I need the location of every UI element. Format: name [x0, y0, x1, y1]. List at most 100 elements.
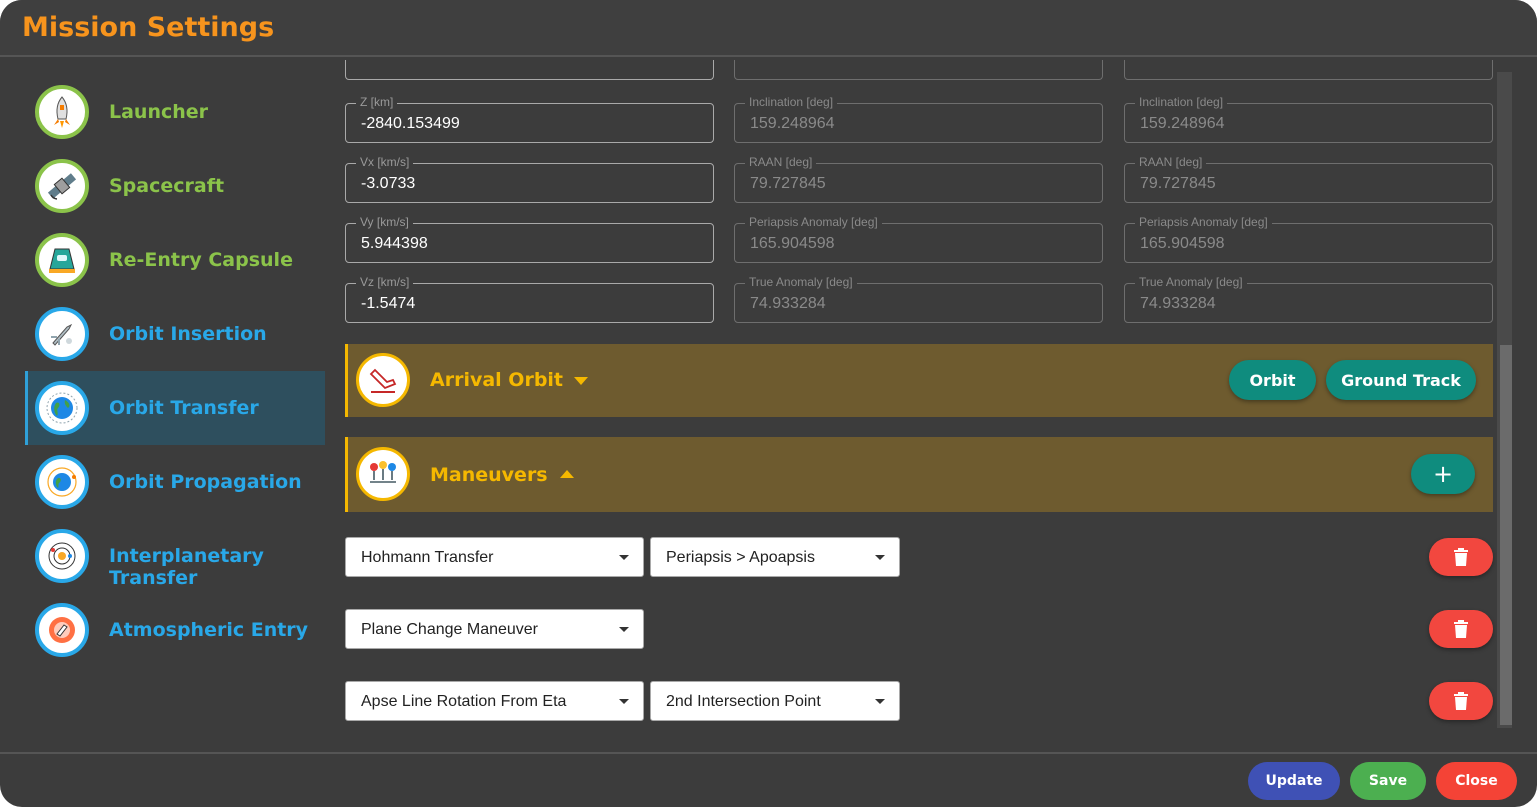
chevron-down-icon[interactable] [574, 377, 588, 385]
capsule-icon [35, 233, 89, 287]
add-maneuver-button[interactable]: + [1411, 454, 1475, 494]
trash-icon [1454, 620, 1468, 638]
field-label: True Anomaly [deg] [745, 275, 857, 289]
sidebar-item-launcher[interactable]: Launcher [25, 75, 325, 149]
maneuver-type-select[interactable]: Plane Change Maneuver [345, 609, 644, 649]
field-value: 165.904598 [1140, 235, 1225, 252]
sidebar-item-interplanetary-transfer[interactable]: Interplanetary Transfer [25, 519, 325, 593]
update-button[interactable]: Update [1248, 762, 1340, 800]
vy-field[interactable]: Vy [km/s] 5.944398 [345, 215, 714, 263]
z-field[interactable]: Z [km] -2840.153499 [345, 95, 714, 143]
field-label: Periapsis Anomaly [deg] [1135, 215, 1272, 229]
field-label: RAAN [deg] [745, 155, 817, 169]
orbit-propagation-icon [35, 455, 89, 509]
vz-field[interactable]: Vz [km/s] -1.5474 [345, 275, 714, 323]
arrival-icon [356, 353, 410, 407]
field-value: 159.248964 [1140, 115, 1225, 132]
delete-maneuver-button[interactable] [1429, 682, 1493, 720]
periapsis-anomaly-field: Periapsis Anomaly [deg] 165.904598 [734, 215, 1103, 263]
field-partial[interactable] [345, 60, 714, 80]
rocket-icon [35, 85, 89, 139]
sidebar-item-label: Orbit Transfer [109, 397, 259, 419]
close-button[interactable]: Close [1436, 762, 1517, 800]
field-value: 165.904598 [750, 235, 835, 252]
caret-down-icon [619, 555, 629, 560]
trash-icon [1454, 548, 1468, 566]
inclination-field: Inclination [deg] 159.248964 [1124, 95, 1493, 143]
sidebar-item-orbit-insertion[interactable]: Orbit Insertion [25, 297, 325, 371]
true-anomaly-field: True Anomaly [deg] 74.933284 [734, 275, 1103, 323]
field-value: -1.5474 [361, 295, 416, 312]
caret-down-icon [875, 699, 885, 704]
title-bar: Mission Settings [0, 0, 1537, 57]
caret-down-icon [619, 699, 629, 704]
field-partial [1124, 60, 1493, 80]
content-panel: Z [km] -2840.153499 Vx [km/s] -3.0733 Vy… [345, 60, 1497, 750]
orbit-button[interactable]: Orbit [1229, 360, 1316, 400]
sidebar-item-label: Orbit Insertion [109, 323, 267, 345]
sidebar-item-label: Orbit Propagation [109, 471, 302, 493]
trash-icon [1454, 692, 1468, 710]
sidebar-item-spacecraft[interactable]: Spacecraft [25, 149, 325, 223]
sidebar-item-orbit-transfer[interactable]: Orbit Transfer [25, 371, 325, 445]
caret-down-icon [875, 555, 885, 560]
field-value: 74.933284 [1140, 295, 1216, 312]
caret-down-icon [619, 627, 629, 632]
field-value: 5.944398 [361, 235, 428, 252]
maneuver-type-select[interactable]: Hohmann Transfer [345, 537, 644, 577]
maneuver-type-select[interactable]: Apse Line Rotation From Eta [345, 681, 644, 721]
sidebar-item-label: Launcher [109, 101, 209, 123]
arrival-orbit-section[interactable]: Arrival Orbit Orbit Ground Track [345, 344, 1493, 417]
field-label: True Anomaly [deg] [1135, 275, 1247, 289]
delete-maneuver-button[interactable] [1429, 538, 1493, 576]
select-value: Hohmann Transfer [361, 549, 494, 566]
sidebar-item-label: Interplanetary Transfer [109, 545, 264, 589]
maneuvers-section[interactable]: Maneuvers + [345, 437, 1493, 512]
window-title: Mission Settings [22, 12, 275, 43]
field-value: -2840.153499 [361, 115, 460, 132]
field-value: 79.727845 [750, 175, 826, 192]
delete-maneuver-button[interactable] [1429, 610, 1493, 648]
solar-system-icon [35, 529, 89, 583]
field-value: 74.933284 [750, 295, 826, 312]
raan-field: RAAN [deg] 79.727845 [1124, 155, 1493, 203]
periapsis-anomaly-field: Periapsis Anomaly [deg] 165.904598 [1124, 215, 1493, 263]
sidebar-item-atmospheric-entry[interactable]: Atmospheric Entry [25, 593, 325, 667]
chevron-up-icon[interactable] [560, 470, 574, 478]
maneuvers-icon [356, 447, 410, 501]
orbit-insertion-icon [35, 307, 89, 361]
field-value: 79.727845 [1140, 175, 1216, 192]
maneuver-option-select[interactable]: 2nd Intersection Point [650, 681, 900, 721]
field-value: 159.248964 [750, 115, 835, 132]
satellite-icon [35, 159, 89, 213]
save-button[interactable]: Save [1350, 762, 1426, 800]
field-label: Inclination [deg] [745, 95, 838, 109]
sidebar-item-label: Spacecraft [109, 175, 225, 197]
select-value: 2nd Intersection Point [666, 693, 821, 710]
field-label: Vz [km/s] [356, 275, 414, 289]
raan-field: RAAN [deg] 79.727845 [734, 155, 1103, 203]
sidebar-item-label: Atmospheric Entry [109, 619, 309, 641]
maneuver-option-select[interactable]: Periapsis > Apoapsis [650, 537, 900, 577]
select-value: Plane Change Maneuver [361, 621, 539, 638]
earth-orbit-icon [35, 381, 89, 435]
mission-settings-window: Mission Settings Launcher Spacecraft Re-… [0, 0, 1537, 807]
field-label: RAAN [deg] [1135, 155, 1207, 169]
inclination-field: Inclination [deg] 159.248964 [734, 95, 1103, 143]
field-label: Inclination [deg] [1135, 95, 1228, 109]
sidebar-item-orbit-propagation[interactable]: Orbit Propagation [25, 445, 325, 519]
field-label: Z [km] [356, 95, 398, 109]
footer-divider [0, 752, 1537, 754]
atmospheric-entry-icon [35, 603, 89, 657]
true-anomaly-field: True Anomaly [deg] 74.933284 [1124, 275, 1493, 323]
section-title: Arrival Orbit [430, 369, 564, 391]
field-label: Periapsis Anomaly [deg] [745, 215, 882, 229]
scrollbar-thumb[interactable] [1500, 345, 1512, 725]
field-label: Vx [km/s] [356, 155, 414, 169]
sidebar-item-reentry-capsule[interactable]: Re-Entry Capsule [25, 223, 325, 297]
ground-track-button[interactable]: Ground Track [1326, 360, 1476, 400]
vx-field[interactable]: Vx [km/s] -3.0733 [345, 155, 714, 203]
sidebar: Launcher Spacecraft Re-Entry Capsule Orb… [25, 75, 325, 675]
select-value: Apse Line Rotation From Eta [361, 693, 567, 710]
field-label: Vy [km/s] [356, 215, 413, 229]
